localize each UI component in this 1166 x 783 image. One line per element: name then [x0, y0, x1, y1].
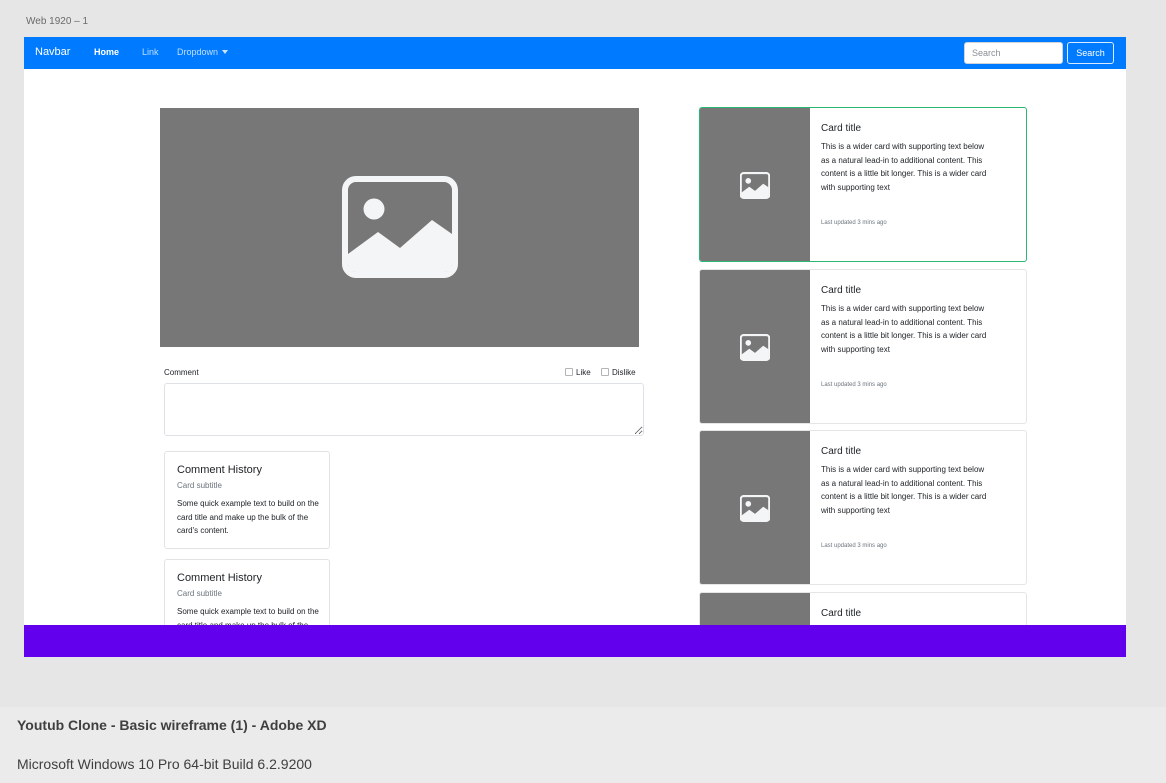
card-title: Card title	[821, 446, 862, 457]
card-title: Comment History	[177, 572, 262, 584]
caret-down-icon	[222, 50, 229, 54]
card-thumbnail	[700, 270, 810, 423]
navbar-brand[interactable]: Navbar	[35, 46, 70, 58]
search-button[interactable]: Search	[1067, 42, 1114, 64]
video-card[interactable]: Card title This is a wider card with sup…	[699, 107, 1027, 262]
image-icon	[740, 495, 770, 522]
like-checkbox[interactable]: Like	[565, 368, 591, 377]
dislike-checkbox[interactable]: Dislike	[601, 368, 636, 377]
card-title: Card title	[821, 608, 862, 619]
nav-link-home[interactable]: Home	[94, 47, 119, 57]
comment-label: Comment	[164, 368, 199, 377]
card-updated: Last updated 3 mins ago	[821, 220, 887, 226]
dislike-label: Dislike	[612, 368, 636, 377]
image-icon	[740, 172, 770, 199]
card-subtitle: Card subtitle	[177, 589, 222, 598]
image-icon	[740, 334, 770, 361]
video-placeholder[interactable]	[160, 108, 639, 347]
artboard-label: Web 1920 – 1	[26, 16, 89, 27]
card-thumbnail	[700, 108, 810, 261]
card-updated: Last updated 3 mins ago	[821, 543, 887, 549]
comment-textarea[interactable]	[164, 383, 644, 436]
navbar: Navbar Home Link Dropdown Search	[24, 37, 1126, 69]
comment-history-card: Comment History Card subtitle Some quick…	[164, 451, 330, 549]
footer-bar	[24, 625, 1126, 657]
window-title: Youtub Clone - Basic wireframe (1) - Ado…	[17, 717, 327, 733]
search-input[interactable]	[964, 42, 1063, 64]
card-text: Some quick example text to build on the …	[177, 499, 319, 535]
card-text: This is a wider card with supporting tex…	[821, 304, 987, 354]
nav-dropdown[interactable]: Dropdown	[177, 47, 229, 57]
card-text: This is a wider card with supporting tex…	[821, 142, 987, 192]
card-title: Card title	[821, 123, 862, 134]
video-card[interactable]: Card title This is a wider card with sup…	[699, 430, 1027, 585]
card-title: Comment History	[177, 464, 262, 476]
card-updated: Last updated 3 mins ago	[821, 382, 887, 388]
like-label: Like	[576, 368, 591, 377]
card-subtitle: Card subtitle	[177, 481, 222, 490]
card-thumbnail	[700, 431, 810, 584]
card-title: Card title	[821, 285, 862, 296]
nav-dropdown-label: Dropdown	[177, 47, 219, 57]
artboard: Navbar Home Link Dropdown Search Comment…	[24, 37, 1126, 657]
video-card[interactable]: Card title This is a wider card with sup…	[699, 269, 1027, 424]
image-icon	[342, 176, 458, 278]
checkbox-icon	[565, 368, 573, 376]
nav-link-link[interactable]: Link	[142, 47, 159, 57]
os-info: Microsoft Windows 10 Pro 64-bit Build 6.…	[17, 756, 312, 772]
checkbox-icon	[601, 368, 609, 376]
card-text: This is a wider card with supporting tex…	[821, 465, 987, 515]
